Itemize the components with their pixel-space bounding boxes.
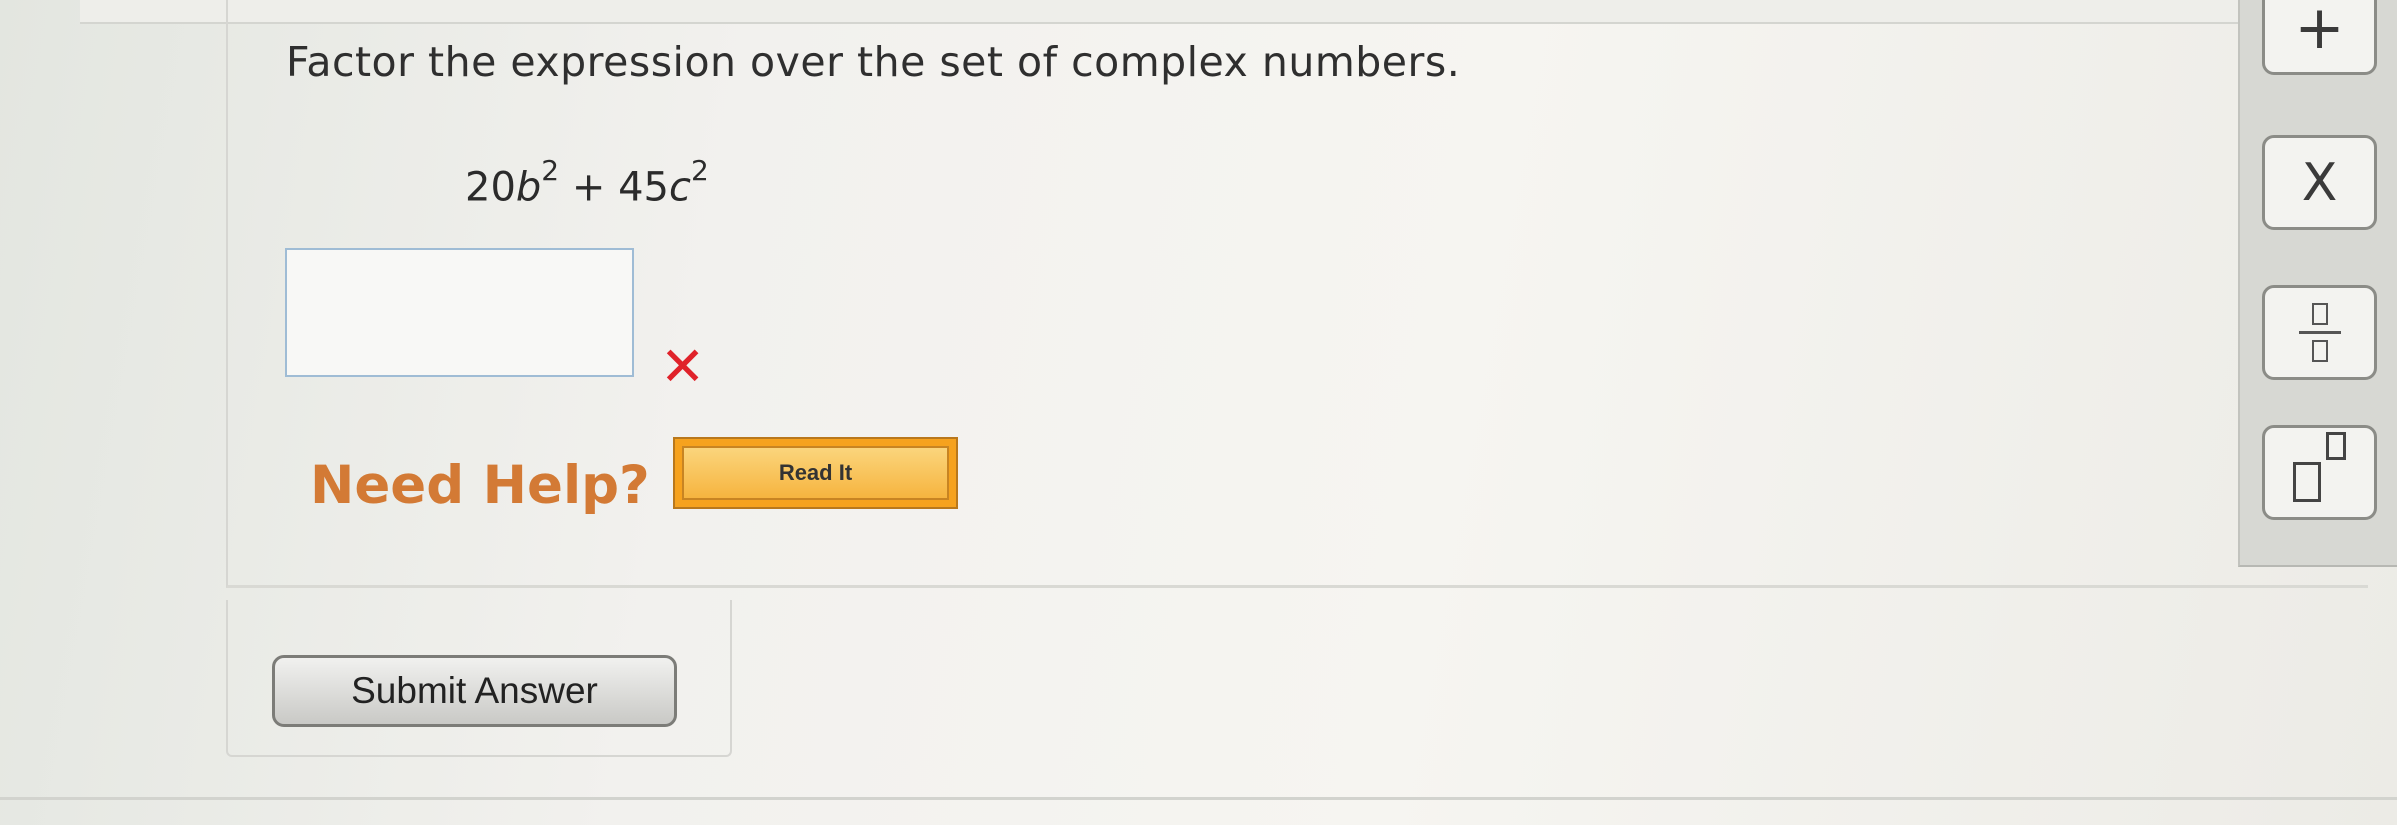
times-button[interactable]: X <box>2262 135 2377 230</box>
fraction-bar-icon <box>2298 331 2341 334</box>
operator: + <box>571 164 606 211</box>
term2-coefficient: 45 <box>618 164 669 211</box>
base-slot-icon <box>2293 461 2321 502</box>
need-help-label: Need Help? <box>310 455 650 516</box>
exponent-slot-icon <box>2326 431 2346 460</box>
exponent-template-icon <box>2293 431 2346 502</box>
fraction-button[interactable] <box>2262 285 2377 380</box>
read-it-label: Read It <box>682 446 949 500</box>
denominator-slot-icon <box>2311 340 2328 362</box>
incorrect-icon: ✕ <box>660 335 706 398</box>
answer-input[interactable] <box>285 248 634 377</box>
fraction-template-icon <box>2298 303 2341 362</box>
assignment-page: Factor the expression over the set of co… <box>0 0 2397 825</box>
question-prompt: Factor the expression over the set of co… <box>286 38 1461 86</box>
term1-exponent: 2 <box>541 154 560 187</box>
term2-variable: c <box>668 164 691 211</box>
numerator-slot-icon <box>2311 303 2328 325</box>
divider <box>0 797 2397 800</box>
math-expression: 20b2 + 45c2 <box>465 154 709 211</box>
term2-exponent: 2 <box>690 154 709 187</box>
term1-coefficient: 20 <box>465 164 516 211</box>
submit-answer-button[interactable]: Submit Answer <box>272 655 677 727</box>
term1-variable: b <box>515 164 542 211</box>
math-toolbar: + X <box>2238 0 2397 567</box>
plus-button[interactable]: + <box>2262 0 2377 75</box>
exponent-button[interactable] <box>2262 425 2377 520</box>
read-it-button[interactable]: Read It <box>673 437 958 509</box>
